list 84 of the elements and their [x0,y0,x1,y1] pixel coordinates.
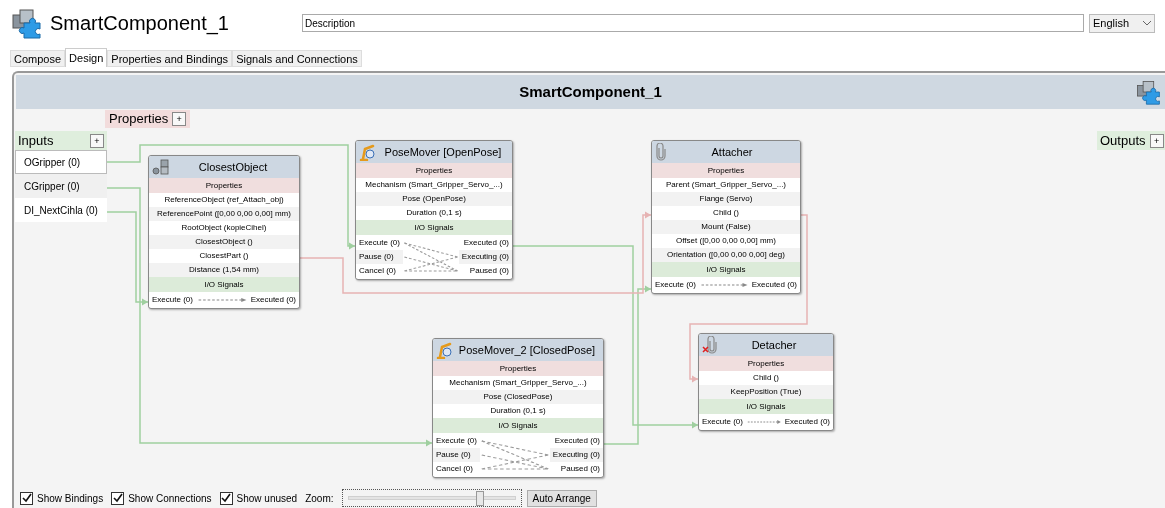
property-row[interactable]: Pose (OpenPose) [356,192,512,206]
input-signal[interactable]: Pause (0) [433,448,480,462]
section-header: Properties [149,178,299,193]
zoom-label: Zoom: [305,491,334,506]
node-title: PoseMover_2 [ClosedPose] [458,342,596,358]
node-card[interactable]: Attacher Properties Parent (Smart_Gripper_Servo_...) Flange (Servo) Child () Mount (False) Offset ([0,00 0,00 0,00] mm) Orientation ([0,00 0,00 0,00] deg) I/O Signals Execute (0) Executed (0) [651,140,801,294]
description-field[interactable]: Description [302,14,1084,32]
checkbox-label: Show unused [236,491,298,506]
paperclip-icon [655,143,667,161]
tab[interactable]: Signals and Connections [232,50,362,67]
property-row[interactable]: Mechanism (Smart_Gripper_Servo_...) [356,178,512,192]
component-icon [1135,79,1161,105]
property-row[interactable]: Offset ([0,00 0,00 0,00] mm) [652,234,800,248]
robot-arm-icon [359,143,377,161]
outputs-label: Outputs [1100,131,1146,150]
input-signal[interactable]: Execute (0) [699,415,746,429]
property-row[interactable]: Flange (Servo) [652,192,800,206]
property-row[interactable]: Parent (Smart_Gripper_Servo_...) [652,178,800,192]
tab[interactable]: Properties and Bindings [107,50,233,67]
checkbox[interactable] [219,491,233,505]
input-signal[interactable]: CGripper (0) [15,174,107,198]
property-row[interactable]: Mount (False) [652,220,800,234]
slider-thumb[interactable] [475,491,484,506]
input-signal[interactable]: Pause (0) [356,250,403,264]
property-row[interactable]: Duration (0,1 s) [433,404,603,418]
node-card[interactable]: Detacher Properties Child () KeepPosition (True) I/O Signals Execute (0) Executed (0) [698,333,834,431]
node-title: Detacher [751,337,797,353]
checkbox[interactable] [111,491,125,505]
property-row[interactable]: Child () [652,206,800,220]
input-signal[interactable]: OGripper (0) [15,150,107,174]
language-dropdown[interactable]: English [1089,13,1155,33]
property-row[interactable]: Pose (ClosedPose) [433,390,603,404]
checkbox[interactable] [20,491,33,505]
section-header: I/O Signals [652,262,800,277]
section-header: Properties [433,361,603,376]
auto-arrange-button[interactable]: Auto Arrange [526,489,597,507]
property-row[interactable]: Distance (1,54 mm) [149,263,299,277]
node-card[interactable]: PoseMover_2 [ClosedPose] Properties Mechanism (Smart_Gripper_Servo_...) Pose (ClosedPose) Duration (0,1 s) I/O Signals Execute (0) Pause (0) Cancel (0) Executed (0) Executing (0) Paused (0) [432,338,604,478]
checkbox-label: Show Connections [128,491,212,506]
property-row[interactable]: ReferenceObject (ref_Attach_obj) [149,193,299,207]
cubes-icon [152,159,170,175]
node-card[interactable] [148,155,300,309]
property-row[interactable]: ReferencePoint ([0,00 0,00 0,00] mm) [149,207,299,221]
input-signal[interactable]: Execute (0) [652,278,699,292]
section-header: Properties [699,356,833,371]
section-header: Properties [356,163,512,178]
property-row[interactable]: ClosestPart () [149,249,299,263]
output-signal[interactable]: Executing (0) [549,448,603,462]
input-signal[interactable]: DI_NextCihla (0) [15,198,107,222]
section-header: I/O Signals [433,418,603,433]
input-signal[interactable]: Execute (0) [433,434,480,448]
property-row[interactable]: Mechanism (Smart_Gripper_Servo_...) [433,376,603,390]
add-button[interactable]: + [90,133,104,148]
property-row[interactable]: ClosestObject () [149,235,299,249]
canvas-title: SmartComponent_1 [519,81,662,102]
section-header: I/O Signals [149,277,299,292]
add-button[interactable]: + [172,112,187,126]
section-header: Properties [652,163,800,178]
zoom-slider[interactable] [341,489,522,507]
node-card[interactable]: PoseMover [OpenPose] Properties Mechanism (Smart_Gripper_Servo_...) Pose (OpenPose) Duration (0,1 s) I/O Signals Execute (0) Pause (0) Cancel (0) Executed (0) Executing (0) Paused (0) [355,140,513,280]
section-header: I/O Signals [356,220,512,235]
robot-arm-icon [436,341,454,359]
component-title: SmartComponent_1 [50,11,230,37]
property-row[interactable]: Child () [699,371,833,385]
output-signal[interactable]: Executing (0) [458,250,512,264]
input-signal[interactable]: Execute (0) [149,293,196,307]
paperclip-remove-icon [702,336,718,354]
node-title: Attacher [711,144,753,160]
node-title: PoseMover [OpenPose] [384,144,502,160]
node-title: ClosestObject [198,159,268,175]
tab[interactable]: Compose [10,50,66,67]
property-row[interactable]: Duration (0,1 s) [356,206,512,220]
property-row[interactable]: Orientation ([0,00 0,00 0,00] deg) [652,248,800,262]
input-signal[interactable]: Execute (0) [356,236,403,250]
tab[interactable]: Design [65,48,108,67]
property-row[interactable]: KeepPosition (True) [699,385,833,399]
add-button[interactable]: + [1149,133,1164,148]
checkbox-label: Show Bindings [37,491,104,506]
section-header: I/O Signals [699,399,833,414]
properties-label: Properties [109,110,169,129]
component-icon [10,7,42,39]
inputs-label: Inputs [18,131,54,150]
property-row[interactable]: RootObject (kopieCihel) [149,221,299,235]
chevron-down-icon [1143,20,1151,26]
